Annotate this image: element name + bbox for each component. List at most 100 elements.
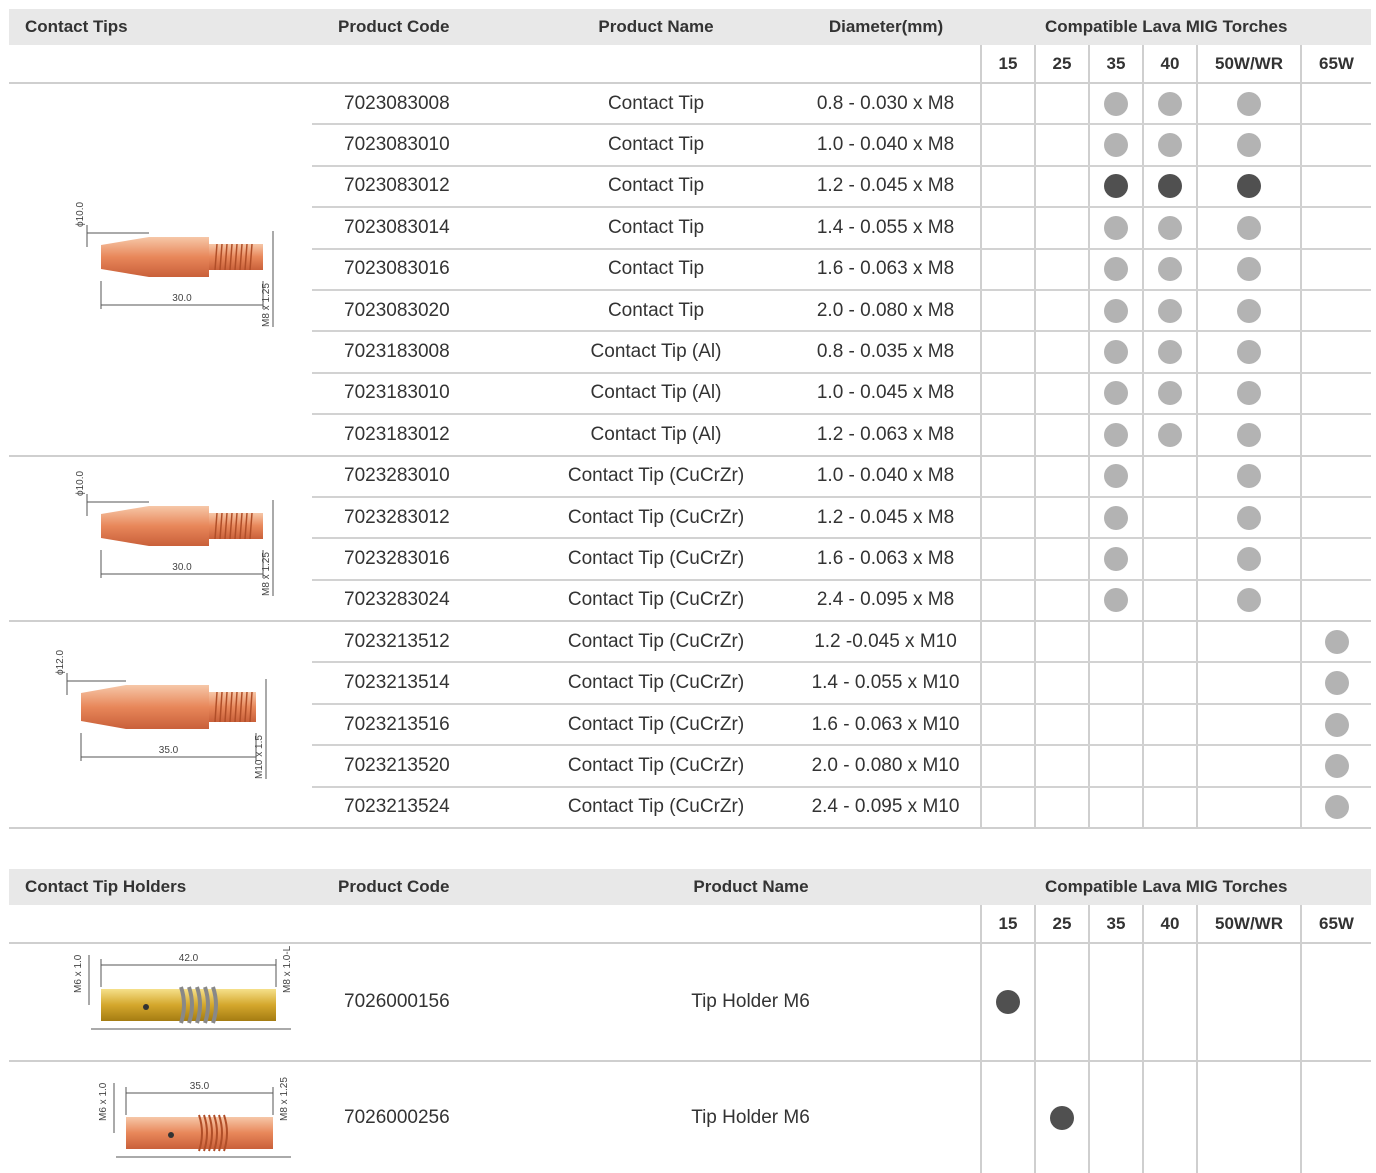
tips-compat-cell — [1088, 165, 1143, 209]
contact-tip-image-cell: ϕ10.0 30.0 M8 x 1.25 — [9, 455, 312, 623]
tips-compat-cell — [1034, 786, 1089, 830]
diameter-cell: 1.6 - 0.063 x M10 — [791, 703, 981, 747]
tips-compat-cell — [1196, 83, 1301, 126]
compatibility-dot-icon — [1158, 298, 1182, 323]
tips-compat-cell — [1088, 248, 1143, 291]
tips-compat-cell — [1142, 248, 1197, 291]
tips-compat-cell — [1196, 662, 1301, 705]
diameter-cell: 1.0 - 0.045 x M8 — [791, 372, 981, 416]
tips-compat-cell — [1142, 207, 1197, 250]
right-thread-dimension: M8 x 1.0-L — [282, 945, 291, 993]
tips-compat-cell — [1196, 538, 1301, 581]
holder-product-code-cell: 7026000256 — [344, 1106, 450, 1128]
tips-compat-cell — [1088, 621, 1143, 664]
holders-compat-cell — [1196, 1061, 1301, 1173]
holders-torch-35: 35 — [1088, 905, 1143, 944]
holder-product-name-cell: Tip Holder M6 — [521, 943, 981, 1062]
tips-compat-cell — [1142, 165, 1197, 209]
tips-compat-cell — [980, 289, 1035, 333]
holders-compat-cell — [1088, 943, 1143, 1062]
diameter-cell: 1.2 -0.045 x M10 — [791, 621, 981, 664]
product-code-cell: 7023213524 — [312, 786, 521, 830]
left-thread-dimension: M6 x 1.0 — [73, 954, 84, 993]
tips-compat-cell — [1142, 662, 1197, 705]
thread-dimension: M10 x 1.5 — [254, 735, 265, 779]
tips-compat-cell — [1034, 248, 1089, 291]
torch-number-row: 15 25 35 40 50W/WR 65W — [9, 45, 1371, 84]
compatibility-dot-icon — [1158, 91, 1182, 116]
tips-compat-cell — [1196, 496, 1301, 540]
tips-compat-cell — [1142, 124, 1197, 167]
tips-compat-cell — [1196, 455, 1301, 498]
tips-compat-cell — [1196, 207, 1301, 250]
tips-compat-cell — [1142, 331, 1197, 374]
tips-compat-cell — [1034, 538, 1089, 581]
compatibility-dot-icon — [1237, 257, 1261, 282]
tips-compat-cell — [1142, 621, 1197, 664]
holders-product-code-header: Product Code — [312, 869, 521, 905]
tip-holder-image-cell: 35.0 M6 x 1.0 M8 x 1.25 — [9, 1061, 312, 1173]
product-code-cell: 7023283024 — [312, 579, 521, 623]
tips-compat-cell — [1034, 579, 1089, 623]
tips-compat-cell — [1300, 372, 1371, 416]
compatibility-dot-icon — [1158, 215, 1182, 240]
compatibility-dot-icon — [1104, 257, 1128, 282]
holders-compat-cell — [980, 943, 1035, 1062]
diameter-cell: 1.2 - 0.045 x M8 — [791, 496, 981, 540]
diameter-header: Diameter(mm) — [791, 9, 981, 45]
product-code-cell: 7023213512 — [312, 621, 521, 664]
product-code-cell: 7023213516 — [312, 703, 521, 747]
tips-compat-cell — [1088, 786, 1143, 830]
contact-tip-drawing: ϕ10.0 30.0 M8 x 1.25 — [75, 201, 273, 327]
tips-compat-cell — [1034, 207, 1089, 250]
tips-compat-cell — [1196, 621, 1301, 664]
holders-compatible-header: Compatible Lava MIG Torches — [981, 869, 1371, 905]
tips-compat-cell — [980, 455, 1035, 498]
product-name-cell: Contact Tip — [521, 289, 791, 333]
contact-tip-image-cell: ϕ12.0 35.0 M10 x 1.5 — [9, 621, 312, 830]
tips-compat-cell — [1300, 621, 1371, 664]
compatibility-dot-icon — [1104, 91, 1128, 116]
tips-compat-cell — [1088, 579, 1143, 623]
thread-dimension: M8 x 1.25 — [261, 551, 272, 595]
length-dimension: 30.0 — [172, 293, 192, 304]
product-code-cell: 7023083012 — [312, 165, 521, 209]
compatibility-dot-icon — [1158, 381, 1182, 406]
contact-tips-table: Contact Tips Product Code Product Name D… — [9, 9, 1371, 830]
diameter-cell: 1.6 - 0.063 x M8 — [791, 538, 981, 581]
compatibility-dot-icon — [1324, 795, 1349, 820]
tips-compat-cell — [1088, 703, 1143, 747]
tips-compat-cell — [980, 745, 1035, 788]
holders-compat-cell — [1088, 1061, 1143, 1173]
tip-holder-drawing: 42.0 M6 x 1.0 M8 x 1.0-L — [73, 945, 296, 1029]
tips-compat-cell — [1196, 165, 1301, 209]
product-name-cell: Contact Tip — [521, 165, 791, 209]
torch-15: 15 — [980, 45, 1035, 84]
diameter-dimension: ϕ10.0 — [75, 202, 86, 227]
thread-dimension: M8 x 1.25 — [261, 282, 272, 326]
tips-compat-cell — [1034, 662, 1089, 705]
tips-compat-cell — [1088, 496, 1143, 540]
tips-compat-cell — [1088, 289, 1143, 333]
tips-compat-cell — [1196, 579, 1301, 623]
diameter-dimension: ϕ10.0 — [75, 471, 86, 496]
compatibility-dot-icon — [1237, 174, 1261, 199]
compatibility-dot-icon — [1237, 215, 1261, 240]
tips-compat-cell — [1142, 414, 1197, 457]
holders-product-name-header: Product Name — [521, 869, 981, 905]
holders-compat-cell — [980, 1061, 1035, 1173]
tips-compat-cell — [980, 496, 1035, 540]
tips-compat-cell — [1300, 455, 1371, 498]
compatibility-dot-icon — [1237, 381, 1261, 406]
product-code-header: Product Code — [312, 9, 521, 45]
compatible-torches-header: Compatible Lava MIG Torches — [981, 9, 1371, 45]
product-code-cell: 7023183008 — [312, 331, 521, 374]
tip-holders-table: Contact Tip Holders Product Code Product… — [9, 869, 1371, 1173]
holder-length-dimension: 35.0 — [189, 1081, 209, 1092]
contact-tip-drawing: ϕ12.0 35.0 M10 x 1.5 — [55, 650, 266, 780]
compatibility-dot-icon — [1158, 174, 1182, 199]
tips-compat-cell — [1196, 372, 1301, 416]
tips-table-row: ϕ12.0 35.0 M10 x 1.5 7023213512 Contact T… — [9, 621, 1371, 830]
product-name-cell: Contact Tip (CuCrZr) — [521, 621, 791, 664]
tips-compat-cell — [1300, 289, 1371, 333]
